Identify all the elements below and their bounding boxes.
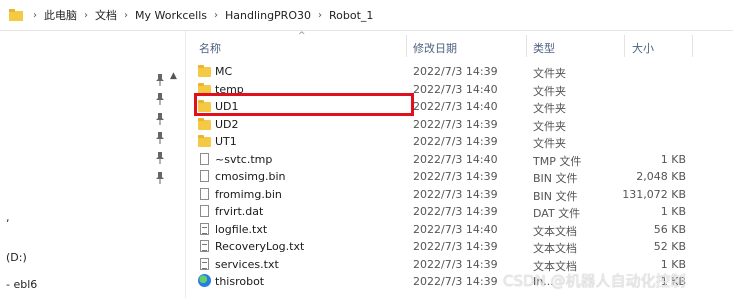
file-row-ud2[interactable]: UD2 2022/7/3 14:39 文件夹 bbox=[195, 116, 695, 134]
nav-item-drive-d[interactable]: (D:) bbox=[6, 251, 27, 264]
column-date[interactable]: 修改日期 bbox=[413, 40, 457, 56]
file-size: 1 KB bbox=[660, 152, 686, 166]
file-date: 2022/7/3 14:39 bbox=[413, 275, 498, 288]
folder-icon bbox=[198, 117, 211, 130]
file-date: 2022/7/3 14:40 bbox=[413, 222, 498, 236]
breadcrumb-item-handlingpro[interactable]: HandlingPRO30 bbox=[225, 9, 311, 22]
file-date: 2022/7/3 14:39 bbox=[413, 135, 498, 148]
pin-icon[interactable] bbox=[156, 113, 164, 125]
file-row-mc[interactable]: MC 2022/7/3 14:39 文件夹 bbox=[195, 63, 695, 81]
pin-icon[interactable] bbox=[156, 74, 164, 86]
chevron-right-icon: › bbox=[124, 9, 128, 21]
file-size: 2,048 KB bbox=[636, 170, 686, 183]
column-divider[interactable] bbox=[692, 35, 693, 57]
file-name: logfile.txt bbox=[215, 222, 268, 236]
app-icon bbox=[198, 274, 211, 287]
file-row-frvirt[interactable]: frvirt.dat 2022/7/3 14:39 DAT 文件 1 KB bbox=[195, 203, 695, 221]
file-size: 1 KB bbox=[660, 257, 686, 271]
file-icon bbox=[200, 187, 209, 200]
file-type: 文件夹 bbox=[533, 84, 566, 98]
folder-icon bbox=[198, 65, 211, 77]
file-type: DAT 文件 bbox=[533, 207, 581, 220]
pin-icon[interactable] bbox=[156, 93, 164, 105]
pin-icon[interactable] bbox=[156, 152, 164, 164]
watermark: CSDN @机器人自动化控制 bbox=[503, 272, 686, 290]
file-type: TMP 文件 bbox=[533, 154, 582, 168]
file-icon bbox=[200, 170, 209, 182]
column-divider[interactable] bbox=[624, 35, 625, 57]
file-date: 2022/7/3 14:40 bbox=[413, 82, 498, 96]
file-name: RecoveryLog.txt bbox=[215, 240, 305, 253]
file-type: 文件夹 bbox=[533, 137, 566, 150]
navigation-pane: ▲ , (D:) - ebl6 bbox=[0, 31, 185, 298]
file-type: BIN 文件 bbox=[533, 189, 578, 203]
file-size: 1 KB bbox=[660, 205, 686, 218]
column-divider[interactable] bbox=[406, 35, 407, 57]
file-date: 2022/7/3 14:40 bbox=[413, 152, 498, 166]
file-row-recoverylog[interactable]: RecoveryLog.txt 2022/7/3 14:39 文本文档 52 K… bbox=[195, 238, 695, 256]
file-date: 2022/7/3 14:39 bbox=[413, 170, 498, 183]
file-size: 56 KB bbox=[653, 222, 686, 236]
breadcrumb-item-workcells[interactable]: My Workcells bbox=[135, 9, 207, 22]
file-name: frvirt.dat bbox=[215, 205, 264, 218]
folder-icon bbox=[9, 9, 23, 21]
file-icon bbox=[200, 205, 209, 217]
chevron-right-icon: › bbox=[84, 9, 88, 21]
file-row-ut1[interactable]: UT1 2022/7/3 14:39 文件夹 bbox=[195, 133, 695, 151]
file-date: 2022/7/3 14:40 bbox=[413, 100, 498, 113]
file-type: 文件夹 bbox=[533, 102, 566, 115]
file-name: MC bbox=[215, 65, 233, 78]
file-size: 52 KB bbox=[653, 240, 686, 253]
breadcrumb: › 此电脑 › 文档 › My Workcells › HandlingPRO3… bbox=[26, 0, 373, 30]
file-type: 文件夹 bbox=[533, 67, 566, 80]
file-name: thisrobot bbox=[215, 275, 265, 288]
column-size[interactable]: 大小 bbox=[632, 40, 654, 56]
column-divider[interactable] bbox=[526, 35, 527, 57]
scroll-up-icon[interactable]: ▲ bbox=[170, 71, 177, 81]
chevron-right-icon: › bbox=[317, 9, 322, 21]
folder-icon bbox=[198, 135, 211, 147]
text-file-icon bbox=[200, 257, 209, 270]
file-date: 2022/7/3 14:39 bbox=[413, 240, 498, 253]
file-name: fromimg.bin bbox=[215, 187, 282, 201]
pane-divider[interactable] bbox=[185, 31, 186, 298]
file-type: 文件夹 bbox=[533, 119, 566, 133]
file-name: services.txt bbox=[215, 257, 279, 271]
file-date: 2022/7/3 14:39 bbox=[413, 187, 498, 201]
text-file-icon bbox=[200, 240, 209, 252]
file-date: 2022/7/3 14:39 bbox=[413, 257, 498, 271]
chevron-right-icon: › bbox=[33, 9, 37, 21]
file-row-fromimg[interactable]: fromimg.bin 2022/7/3 14:39 BIN 文件 131,07… bbox=[195, 186, 695, 204]
breadcrumb-item-this-pc[interactable]: 此电脑 bbox=[44, 7, 77, 23]
text-file-icon bbox=[200, 222, 209, 235]
file-row-svtc[interactable]: ~svtc.tmp 2022/7/3 14:40 TMP 文件 1 KB bbox=[195, 151, 695, 169]
pin-icon[interactable] bbox=[156, 132, 164, 144]
sort-ascending-icon: ^ bbox=[298, 31, 306, 41]
file-date: 2022/7/3 14:39 bbox=[413, 205, 498, 218]
file-type: BIN 文件 bbox=[533, 172, 578, 185]
column-header: ^ 名称 修改日期 类型 大小 bbox=[187, 31, 733, 61]
nav-item-ebl6[interactable]: - ebl6 bbox=[6, 278, 37, 291]
file-icon bbox=[200, 152, 209, 165]
breadcrumb-item-robot[interactable]: Robot_1 bbox=[329, 9, 373, 22]
nav-item-fragment: , bbox=[6, 211, 10, 224]
file-name: UD2 bbox=[215, 117, 239, 131]
column-type[interactable]: 类型 bbox=[533, 40, 555, 56]
file-name: cmosimg.bin bbox=[215, 170, 286, 183]
highlight-box bbox=[194, 93, 414, 116]
breadcrumb-item-documents[interactable]: 文档 bbox=[95, 7, 117, 23]
file-name: ~svtc.tmp bbox=[215, 152, 273, 166]
file-type: 文本文档 bbox=[533, 242, 577, 255]
file-row-cmosimg[interactable]: cmosimg.bin 2022/7/3 14:39 BIN 文件 2,048 … bbox=[195, 168, 695, 186]
file-name: UT1 bbox=[215, 135, 237, 148]
address-bar[interactable]: › 此电脑 › 文档 › My Workcells › HandlingPRO3… bbox=[0, 0, 733, 31]
column-name[interactable]: 名称 bbox=[199, 40, 221, 56]
chevron-right-icon: › bbox=[214, 9, 219, 21]
file-type: 文本文档 bbox=[533, 224, 577, 238]
file-size: 131,072 KB bbox=[622, 187, 686, 201]
pin-icon[interactable] bbox=[156, 172, 164, 184]
file-row-logfile[interactable]: logfile.txt 2022/7/3 14:40 文本文档 56 KB bbox=[195, 221, 695, 239]
file-date: 2022/7/3 14:39 bbox=[413, 117, 498, 131]
file-date: 2022/7/3 14:39 bbox=[413, 65, 498, 78]
